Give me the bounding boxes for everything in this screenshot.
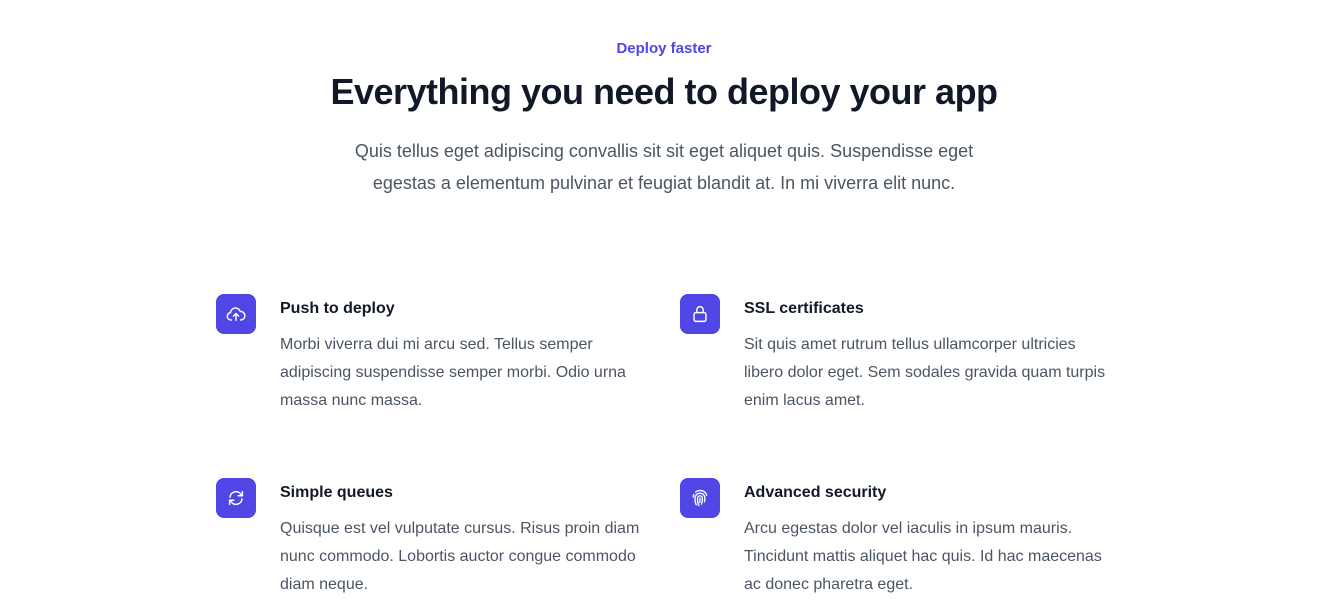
feature-title: Simple queues <box>280 484 393 501</box>
feature-description: Morbi viverra dui mi arcu sed. Tellus se… <box>280 336 626 409</box>
fingerprint-icon <box>680 478 720 518</box>
feature-advanced-security: Advanced security Arcu egestas dolor vel… <box>680 478 1102 608</box>
cloud-arrow-up-icon <box>216 294 256 334</box>
feature-title: SSL certificates <box>744 300 864 317</box>
section-eyebrow: Deploy faster <box>616 40 712 57</box>
feature-push-to-deploy: Push to deploy Morbi viverra dui mi arcu… <box>216 294 626 424</box>
feature-simple-queues: Simple queues Quisque est vel vulputate … <box>216 478 639 608</box>
lock-icon <box>680 294 720 334</box>
section-subtitle: Quis tellus eget adipiscing convallis si… <box>354 141 974 193</box>
feature-title: Push to deploy <box>280 300 395 317</box>
refresh-icon <box>216 478 256 518</box>
feature-description: Sit quis amet rutrum tellus ullamcorper … <box>744 336 1106 409</box>
feature-ssl-certificates: SSL certificates Sit quis amet rutrum te… <box>680 294 1105 424</box>
feature-title: Advanced security <box>744 484 887 501</box>
section-title: Everything you need to deploy your app <box>330 71 998 112</box>
feature-description: Arcu egestas dolor vel iaculis in ipsum … <box>744 520 1102 593</box>
feature-description: Quisque est vel vulputate cursus. Risus … <box>280 520 640 593</box>
